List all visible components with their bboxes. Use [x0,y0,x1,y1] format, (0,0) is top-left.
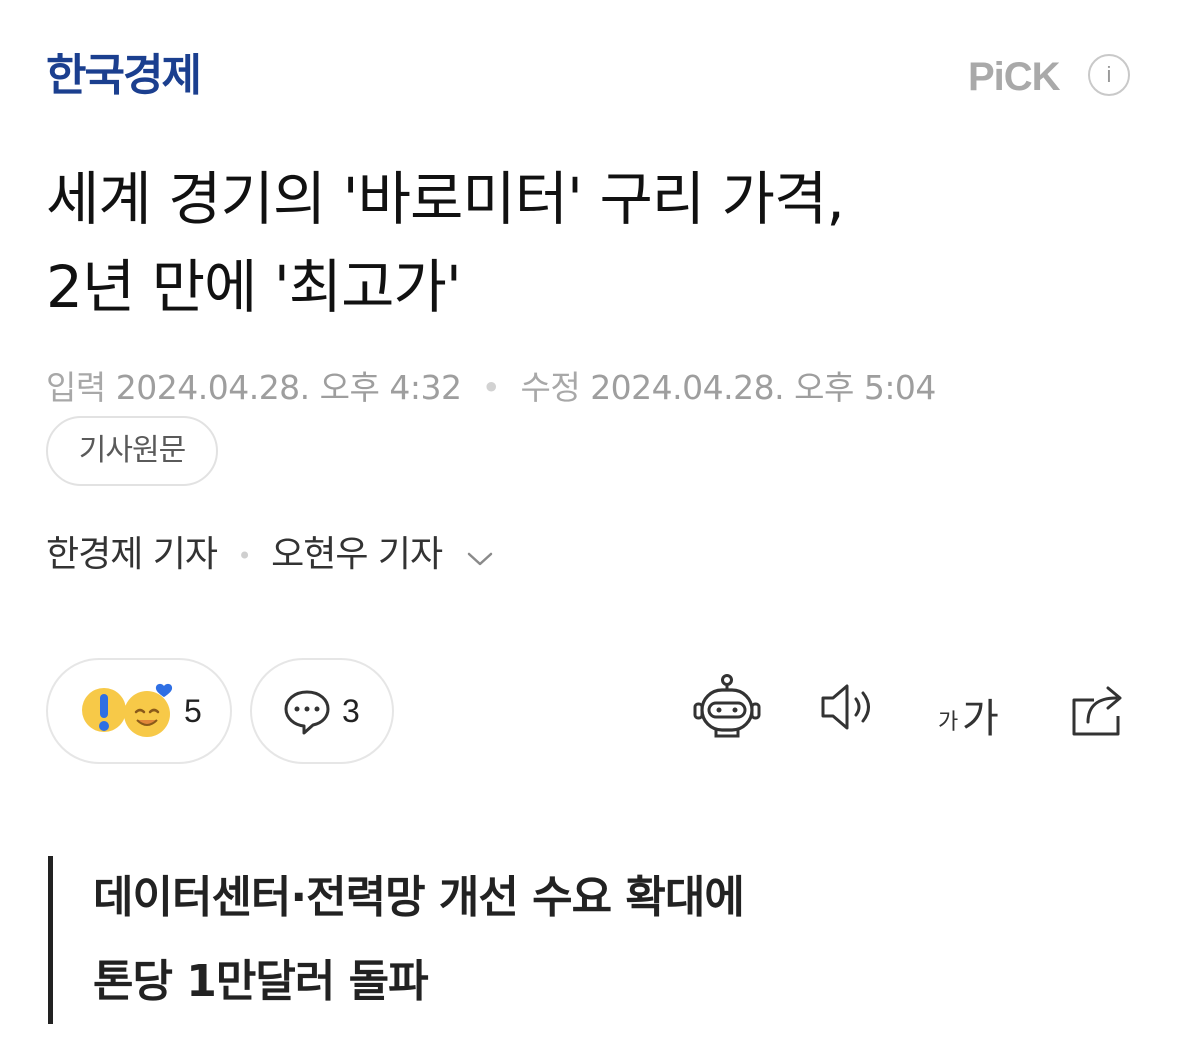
robot-summary-button[interactable] [692,672,762,748]
headline-line-1: 세계 경기의 '바로미터' 구리 가격, [46,165,845,233]
reporter-row[interactable]: 한경제 기자 • 오현우 기자 [46,531,493,580]
input-label: 입력 [46,368,106,407]
pick-badge: PiCK [968,55,1061,99]
smile-heart-emoji-icon [122,682,176,744]
article-subheading: 데이터센터·전력망 개선 수요 확대에 톤당 1만달러 돌파 [48,856,948,1024]
surprise-emoji-icon [80,686,128,744]
article-dates: 입력 2024.04.28. 오후 4:32 • 수정 2024.04.28. … [46,366,936,410]
font-size-large: 가 [962,696,999,742]
reporter-separator: • [237,542,252,570]
comment-bubble-icon [282,688,332,740]
reaction-button[interactable]: 5 [46,658,232,764]
reaction-count: 5 [184,693,202,729]
article-headline: 세계 경기의 '바로미터' 구리 가격, 2년 만에 '최고가' [46,155,1136,331]
press-logo[interactable]: 한국경제 [46,50,202,102]
font-size-button[interactable]: 가 가 [938,672,1018,748]
share-icon [1066,686,1130,746]
comment-button[interactable]: 3 [250,658,394,764]
modified-label: 수정 [520,368,581,407]
comment-count: 3 [342,693,360,729]
date-separator: • [481,368,501,407]
font-size-small: 가 [938,710,959,735]
subheading-line-2: 톤당 1만달러 돌파 [93,956,429,1007]
headline-line-2: 2년 만에 '최고가' [46,253,462,321]
info-icon[interactable]: i [1088,54,1130,96]
modified-datetime: 2024.04.28. 오후 5:04 [590,368,936,407]
original-article-button[interactable]: 기사원문 [46,416,218,486]
robot-summary-icon [692,674,762,746]
speaker-icon [818,684,882,746]
input-datetime: 2024.04.28. 오후 4:32 [115,368,462,407]
share-button[interactable] [1066,672,1136,748]
subheading-line-1: 데이터센터·전력망 개선 수요 확대에 [93,872,745,923]
chevron-down-icon[interactable] [467,532,493,580]
tts-button[interactable] [818,672,888,748]
reporter-name-1[interactable]: 한경제 기자 [46,534,218,575]
reporter-name-2[interactable]: 오현우 기자 [271,534,443,575]
